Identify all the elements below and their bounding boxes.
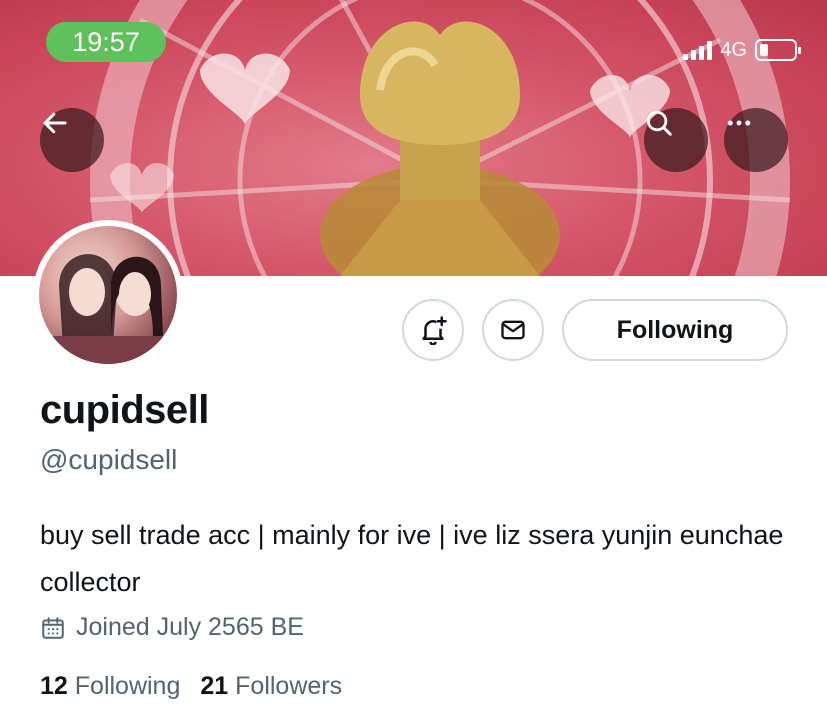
more-horizontal-icon (727, 120, 751, 126)
status-bar-indicators: 4G (683, 36, 801, 64)
following-button[interactable]: Following (562, 299, 788, 361)
cellular-signal-icon (683, 40, 713, 60)
notifications-button[interactable] (402, 299, 464, 361)
status-bar-time: 19:57 (46, 22, 166, 62)
profile-bio: buy sell trade acc | mainly for ive | iv… (40, 520, 784, 597)
user-handle: @cupidsell (40, 444, 178, 475)
follow-stats: 12 Following 21 Followers (40, 672, 342, 701)
bell-plus-icon (422, 316, 447, 345)
followers-label: Followers (235, 672, 343, 700)
followers-count-link[interactable]: 21 Followers (200, 672, 342, 701)
back-button[interactable] (40, 108, 104, 172)
envelope-icon (501, 320, 525, 340)
followers-count: 21 (200, 672, 229, 700)
network-type: 4G (720, 38, 747, 61)
more-options-button[interactable] (724, 108, 788, 172)
search-icon (647, 111, 672, 136)
battery-icon (755, 39, 801, 61)
search-button[interactable] (644, 108, 708, 172)
avatar-photo (39, 226, 177, 364)
display-name: cupidsell (40, 388, 209, 432)
arrow-left-icon (43, 112, 67, 134)
joined-text: Joined July 2565 BE (76, 613, 304, 641)
following-count-link[interactable]: 12 Following (40, 672, 180, 701)
message-button[interactable] (482, 299, 544, 361)
following-count: 12 (40, 672, 68, 700)
calendar-icon (42, 616, 64, 639)
following-label: Following (74, 672, 181, 700)
profile-avatar[interactable] (33, 220, 183, 370)
joined-date: Joined July 2565 BE (40, 613, 304, 642)
